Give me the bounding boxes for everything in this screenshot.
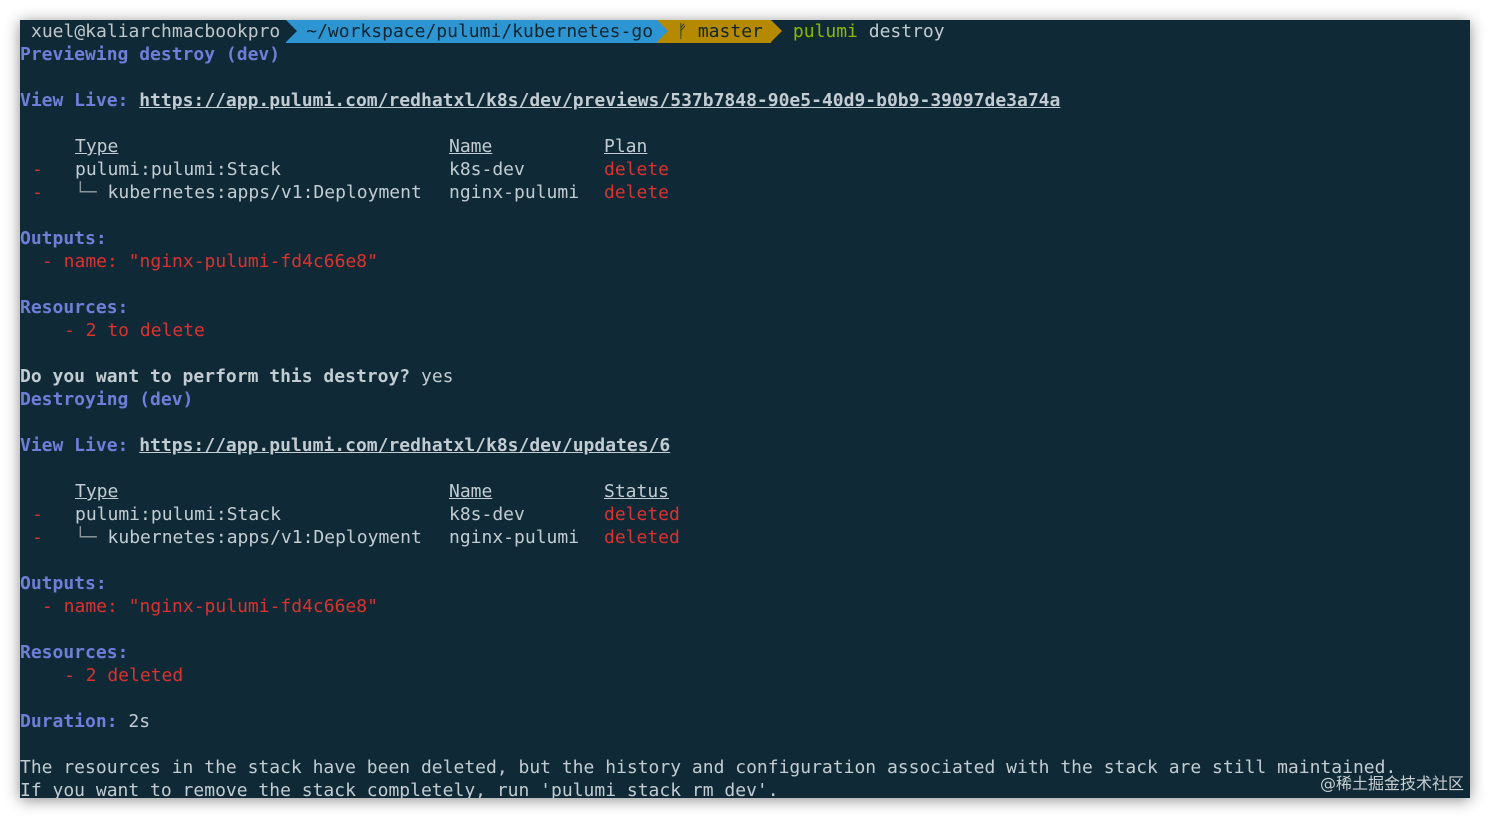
command-binary: pulumi [792, 21, 858, 42]
resource-type: pulumi:pulumi:Stack [75, 504, 281, 525]
output-line: - name: "nginx-pulumi-fd4c66e8" [42, 596, 378, 617]
tree-branch-icon: └─ [75, 182, 108, 203]
powerline-arrow-icon [770, 20, 782, 42]
destroy-view-live-link[interactable]: https://app.pulumi.com/redhatxl/k8s/dev/… [139, 435, 670, 456]
resource-status: deleted [604, 504, 680, 525]
resources-summary: - 2 to delete [64, 320, 205, 341]
tree-branch-icon: └─ [75, 527, 108, 548]
confirm-prompt: Do you want to perform this destroy? yes [20, 365, 1470, 388]
outputs-label: Outputs: [20, 228, 107, 249]
table-row: - └─ kubernetes:apps/v1:Deployment nginx… [20, 181, 1470, 204]
confirm-question: Do you want to perform this destroy? [20, 366, 411, 387]
view-live-label: View Live: [20, 90, 129, 111]
duration-label: Duration: [20, 711, 118, 732]
powerline-arrow-icon [286, 20, 298, 42]
column-header-name: Name [449, 136, 493, 157]
table-row: - └─ kubernetes:apps/v1:Deployment nginx… [20, 526, 1470, 549]
output-line: - name: "nginx-pulumi-fd4c66e8" [42, 251, 378, 272]
preview-title: Previewing destroy (dev) [20, 44, 281, 65]
column-header-plan: Plan [604, 136, 648, 157]
prompt-user-segment: xuel@kaliarchmacbookpro [20, 20, 298, 43]
resources-summary: - 2 deleted [64, 665, 184, 686]
delete-marker: - [32, 182, 43, 203]
resources-label: Resources: [20, 297, 129, 318]
shell-prompt: xuel@kaliarchmacbookpro ~/workspace/pulu… [20, 20, 1470, 43]
footer-message-line-2: If you want to remove the stack complete… [20, 780, 779, 798]
preview-view-live: View Live: https://app.pulumi.com/redhat… [20, 89, 1470, 112]
preview-view-live-link[interactable]: https://app.pulumi.com/redhatxl/k8s/dev/… [139, 90, 1060, 111]
command-input[interactable]: pulumi destroy [771, 20, 945, 43]
resource-name: nginx-pulumi [449, 527, 580, 548]
resource-name: k8s-dev [449, 504, 525, 525]
terminal-window[interactable]: xuel@kaliarchmacbookpro ~/workspace/pulu… [20, 20, 1470, 798]
outputs-label: Outputs: [20, 573, 107, 594]
destroy-table-header: Type Name Status [20, 480, 1470, 503]
preview-table-header: Type Name Plan [20, 135, 1470, 158]
column-header-name: Name [449, 481, 493, 502]
column-header-status: Status [604, 481, 670, 502]
resource-plan: delete [604, 159, 670, 180]
prompt-user: xuel@kaliarchmacbookpro [31, 21, 281, 42]
powerline-arrow-icon [657, 20, 669, 42]
table-row: - pulumi:pulumi:Stack k8s-dev deleted [20, 503, 1470, 526]
table-row: - pulumi:pulumi:Stack k8s-dev delete [20, 158, 1470, 181]
prompt-path-segment: ~/workspace/pulumi/kubernetes-go [286, 20, 669, 43]
resource-name: k8s-dev [449, 159, 525, 180]
git-branch-icon: ᚠ [677, 21, 688, 42]
duration-line: Duration: 2s [20, 710, 1470, 733]
delete-marker: - [32, 159, 43, 180]
confirm-answer[interactable]: yes [421, 366, 454, 387]
delete-marker: - [32, 504, 43, 525]
resource-plan: delete [604, 182, 670, 203]
resources-label: Resources: [20, 642, 129, 663]
prompt-git-segment: ᚠ master [657, 20, 782, 43]
delete-marker: - [32, 527, 43, 548]
watermark: @稀土掘金技术社区 [1319, 774, 1464, 793]
resource-type: kubernetes:apps/v1:Deployment [107, 527, 422, 548]
resource-type: pulumi:pulumi:Stack [75, 159, 281, 180]
resource-status: deleted [604, 527, 680, 548]
command-args: destroy [868, 21, 945, 42]
column-header-type: Type [75, 136, 119, 157]
destroy-title: Destroying (dev) [20, 389, 194, 410]
destroy-view-live: View Live: https://app.pulumi.com/redhat… [20, 434, 1470, 457]
duration-value: 2s [128, 711, 151, 732]
prompt-branch: master [697, 21, 763, 42]
prompt-path: ~/workspace/pulumi/kubernetes-go [306, 21, 654, 42]
view-live-label: View Live: [20, 435, 129, 456]
resource-type: kubernetes:apps/v1:Deployment [107, 182, 422, 203]
terminal-output: xuel@kaliarchmacbookpro ~/workspace/pulu… [20, 20, 1470, 798]
column-header-type: Type [75, 481, 119, 502]
resource-name: nginx-pulumi [449, 182, 580, 203]
footer-message-line-1: The resources in the stack have been del… [20, 757, 1397, 778]
